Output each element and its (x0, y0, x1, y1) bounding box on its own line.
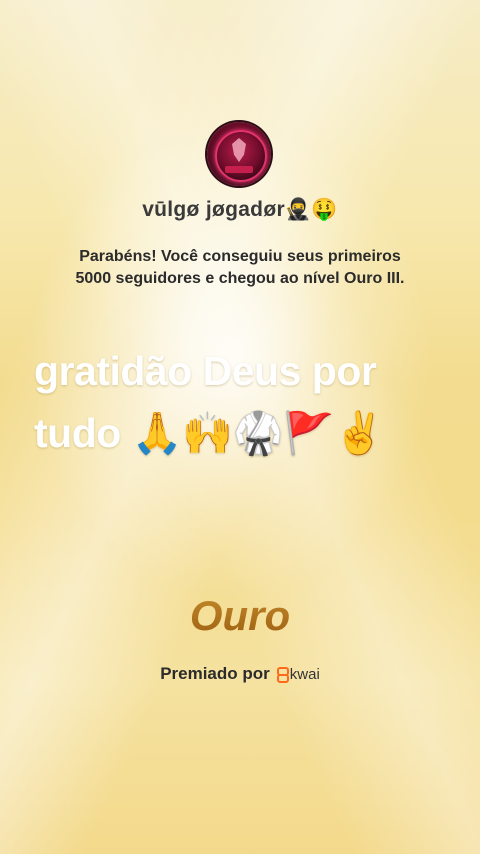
kwai-brand-text: kwai (289, 665, 320, 683)
achievement-card: vūlgø jøgadør🥷🤑 Parabéns! Você conseguiu… (0, 0, 480, 854)
avatar-tag (225, 166, 253, 173)
caption-line-1: gratidão Deus por (34, 348, 377, 394)
awarded-by: Premiado por kwai (0, 664, 480, 684)
awarded-label: Premiado por (160, 664, 270, 683)
kwai-logo[interactable]: kwai (276, 666, 320, 683)
overlay-caption: gratidão Deus por tudo 🙏🙌🥋🚩✌️ (34, 340, 454, 464)
username[interactable]: vūlgø jøgadør🥷🤑 (0, 198, 480, 222)
kwai-logo-icon (276, 667, 289, 683)
achievement-message: Parabéns! Você conseguiu seus primeiros … (40, 246, 440, 290)
gamer-avatar-icon[interactable] (207, 122, 271, 186)
message-line-1: Parabéns! Você conseguiu seus primeiros (79, 248, 401, 265)
message-line-2: 5000 seguidores e chegou ao nível Ouro I… (75, 270, 405, 287)
caption-line-2: tudo 🙏🙌🥋🚩✌️ (34, 410, 385, 456)
level-name: Ouro (0, 592, 480, 640)
